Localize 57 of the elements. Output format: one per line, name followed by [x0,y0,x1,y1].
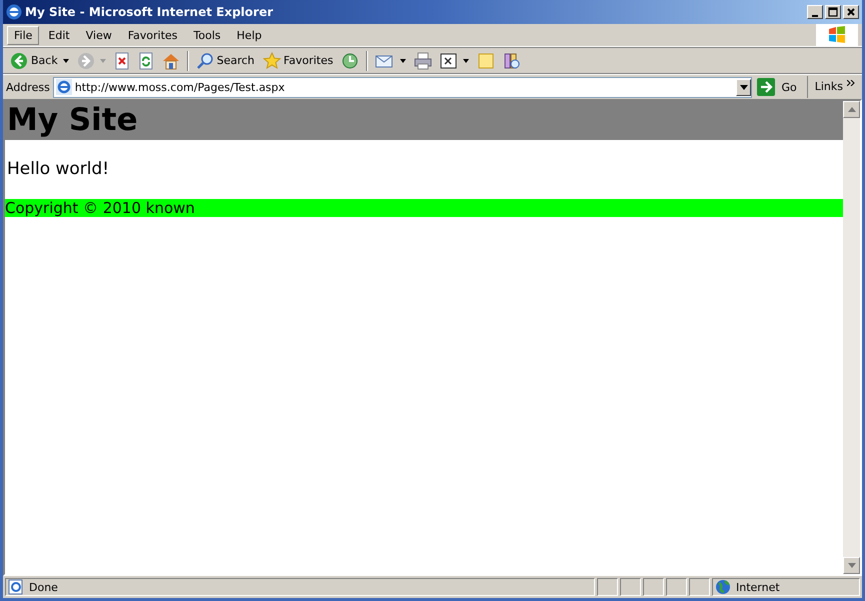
search-icon [196,52,214,70]
stop-icon [114,52,130,70]
maximize-icon [828,7,838,17]
caret-icon [463,58,470,62]
clock-icon [341,52,360,70]
arrow-icon [757,78,776,96]
address-field[interactable]: http://www.moss.com/Pages/Test.aspx [52,76,752,98]
menu-item[interactable]: Edit [41,26,77,44]
caret-icon [740,84,748,90]
edit-icon [440,52,458,70]
scroll-up-button[interactable] [843,101,860,118]
refresh-icon [138,52,154,70]
security-zone: Internet [736,580,780,594]
note-icon [477,52,496,70]
status-panel [620,578,641,596]
printer-icon [414,52,432,70]
back-button[interactable]: Back [7,50,72,72]
copyright-footer: Copyright © 2010 known [5,199,843,217]
caret-icon [100,58,106,62]
page-heading: My Site [5,101,843,140]
caret-icon [848,107,856,112]
dropdown-button[interactable] [736,78,752,96]
menu-item[interactable]: Tools [186,26,228,44]
menu-item[interactable]: View [78,26,119,44]
links-button[interactable]: Links [810,76,859,98]
caret-icon [62,58,69,62]
menu-item[interactable]: Favorites [120,26,185,44]
house-icon [162,52,180,70]
menu-item[interactable]: Help [230,26,269,44]
browser-icon [6,4,22,20]
page-icon [56,79,72,95]
close-button[interactable] [843,5,859,19]
star-icon [262,52,281,70]
menu-item[interactable]: File [7,26,40,44]
status-panel [689,578,710,596]
page-icon [8,579,24,595]
maximize-button[interactable] [825,5,841,19]
favorites-button[interactable]: Favorites [260,50,336,72]
window-title: My Site - Microsoft Internet Explorer [25,5,274,19]
close-icon [846,7,856,17]
status-panel [666,578,687,596]
scroll-down-button[interactable] [843,557,860,574]
status-text: Done [29,580,58,594]
search-button[interactable]: Search [192,50,258,72]
go-button[interactable]: Go [755,76,808,98]
page-text: Hello world! [6,158,110,181]
minimize-icon [812,14,818,16]
scrollbar[interactable] [843,101,860,574]
address-label: Address [6,80,50,94]
caret-icon [400,58,406,62]
status-panel [643,578,664,596]
status-panel [597,578,618,596]
globe-icon [715,579,731,595]
book-icon [503,52,522,70]
minimize-button[interactable] [807,5,823,19]
chevron-icon [847,80,855,86]
caret-icon [848,563,856,568]
